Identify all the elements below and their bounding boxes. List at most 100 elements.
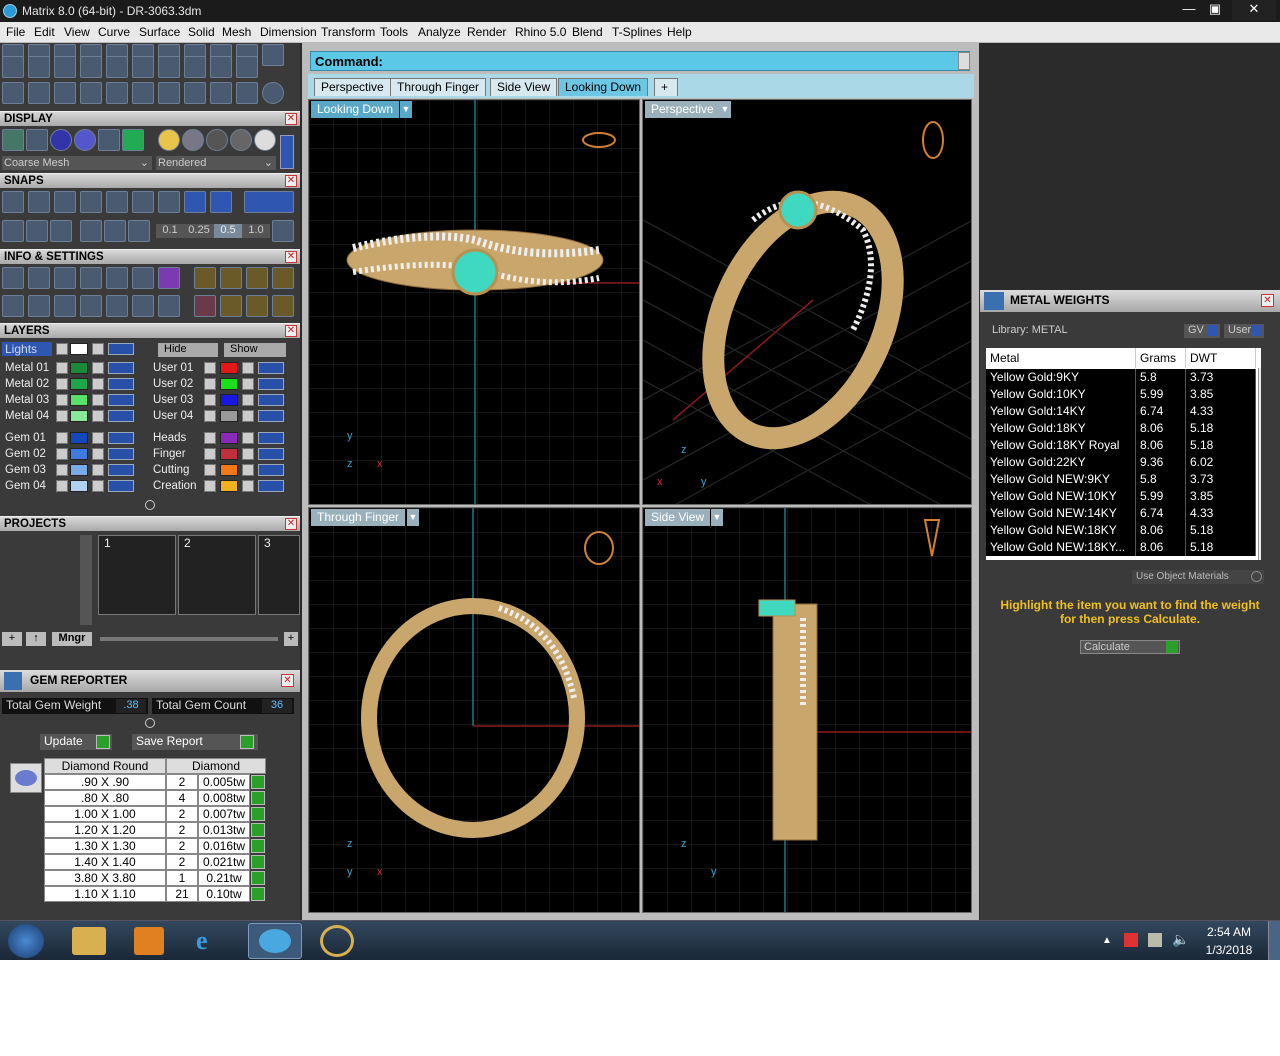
lights-expand-icon[interactable] [56, 343, 68, 355]
ring-app-icon[interactable] [320, 925, 354, 957]
lights-color-swatch[interactable] [70, 343, 88, 355]
layer-visibility-toggle[interactable] [258, 362, 284, 374]
layer-expand-icon[interactable] [56, 362, 68, 374]
metal-weights-scrollbar[interactable] [1258, 368, 1261, 560]
layer-color-swatch[interactable] [70, 410, 88, 422]
layer-expand-icon[interactable] [56, 448, 68, 460]
gem-row-go-button[interactable] [251, 791, 265, 805]
layer-row-cutting[interactable]: Cutting [150, 463, 296, 477]
menu-mesh[interactable]: Mesh [222, 25, 251, 39]
gem-cut-icon[interactable] [194, 295, 216, 317]
media-player-icon[interactable] [134, 927, 164, 955]
filter-icon[interactable] [106, 295, 128, 317]
layer-color-swatch[interactable] [70, 480, 88, 492]
layer-row-user-02[interactable]: User 02 [150, 377, 296, 391]
render-sphere-icon[interactable] [74, 129, 96, 151]
tray-volume-icon[interactable]: 🔈 [1172, 931, 1189, 948]
viewport-menu-icon[interactable]: ▼ [711, 509, 723, 526]
brush-icon[interactable] [50, 220, 72, 242]
gem-row-go-button[interactable] [251, 887, 265, 901]
grid-toggle-icon[interactable] [272, 220, 294, 242]
gem-row-go-button[interactable] [251, 775, 265, 789]
layers-collapse-icon[interactable] [145, 500, 155, 510]
show-button[interactable]: Show [224, 343, 286, 357]
layer-row-user-04[interactable]: User 04 [150, 409, 296, 423]
start-button-icon[interactable] [8, 924, 44, 958]
layer-color-swatch[interactable] [70, 432, 88, 444]
end-snap-icon[interactable] [2, 191, 24, 213]
layer-tool-icon[interactable] [54, 267, 76, 289]
split-icon[interactable] [80, 82, 102, 104]
gem-row-go-button[interactable] [251, 871, 265, 885]
layer-visibility-toggle[interactable] [108, 448, 134, 460]
explode-icon[interactable] [210, 82, 232, 104]
cylinder-icon[interactable] [80, 295, 102, 317]
matte-material-icon[interactable] [206, 129, 228, 151]
layer-lock-icon[interactable] [242, 480, 254, 492]
layer-color-swatch[interactable] [220, 448, 238, 460]
cube-icon[interactable] [26, 220, 48, 242]
layer-expand-icon[interactable] [56, 432, 68, 444]
clock-date[interactable]: 1/3/2018 [1196, 943, 1262, 957]
tab-through-finger[interactable]: Through Finger [390, 78, 487, 96]
layer-visibility-toggle[interactable] [108, 432, 134, 444]
project-slot-1[interactable]: 1 [98, 535, 176, 615]
document-icon[interactable] [106, 56, 128, 78]
gold-pin-icon[interactable] [194, 267, 216, 289]
update-button[interactable]: Update [40, 734, 112, 750]
layer-expand-icon[interactable] [204, 394, 216, 406]
doc-list-icon[interactable] [106, 267, 128, 289]
layer-lock-icon[interactable] [92, 464, 104, 476]
file-explorer-icon[interactable] [72, 927, 106, 955]
menu-surface[interactable]: Surface [139, 25, 180, 39]
layer-lock-icon[interactable] [92, 362, 104, 374]
calculate-button[interactable]: Calculate [1080, 640, 1180, 654]
edit-pen-icon[interactable] [132, 267, 154, 289]
monitor-icon[interactable] [28, 295, 50, 317]
circle-icon[interactable] [262, 82, 284, 104]
metal-weight-row[interactable]: Yellow Gold NEW:14KY 6.74 4.33 [986, 505, 1256, 522]
show-desktop-button[interactable] [1268, 921, 1280, 960]
layer-lock-icon[interactable] [92, 480, 104, 492]
layer-color-swatch[interactable] [70, 378, 88, 390]
scale-icon[interactable] [132, 82, 154, 104]
upload-project-button[interactable]: ↑ [26, 632, 46, 646]
join-icon[interactable] [184, 82, 206, 104]
projects-plus-button[interactable]: + [284, 632, 298, 646]
save-icon[interactable] [158, 295, 180, 317]
quad-snap-icon[interactable] [158, 191, 180, 213]
command-scroll[interactable] [958, 52, 970, 70]
cen-snap-icon[interactable] [106, 191, 128, 213]
layer-expand-icon[interactable] [204, 480, 216, 492]
layer-visibility-toggle[interactable] [108, 410, 134, 422]
layer-visibility-toggle[interactable] [108, 480, 134, 492]
gem-row-go-button[interactable] [251, 807, 265, 821]
metal-weight-row[interactable]: Yellow Gold:10KY 5.99 3.85 [986, 386, 1256, 403]
point-snap-icon[interactable] [54, 191, 76, 213]
snaps-close-icon[interactable]: ✕ [285, 175, 297, 187]
layer-color-swatch[interactable] [220, 394, 238, 406]
matrix-taskbar-icon[interactable] [248, 923, 302, 959]
move-icon[interactable] [106, 82, 128, 104]
layer-row-gem-04[interactable]: Gem 04 [2, 479, 142, 493]
layer-visibility-toggle[interactable] [258, 432, 284, 444]
shaded-icon[interactable] [26, 129, 48, 151]
layer-visibility-toggle[interactable] [108, 362, 134, 374]
menu-solid[interactable]: Solid [188, 25, 215, 39]
projects-close-icon[interactable]: ✕ [285, 518, 297, 530]
layer-visibility-toggle[interactable] [108, 378, 134, 390]
pipette-icon[interactable] [128, 220, 150, 242]
snap-value-0.1[interactable]: 0.1 [156, 224, 184, 238]
metal-weight-row[interactable]: Yellow Gold NEW:9KY 5.8 3.73 [986, 471, 1256, 488]
layer-visibility-toggle[interactable] [108, 394, 134, 406]
layer-color-swatch[interactable] [220, 378, 238, 390]
menu-help[interactable]: Help [667, 25, 692, 39]
metal-weight-row[interactable]: Yellow Gold NEW:18KY 8.06 5.18 [986, 522, 1256, 539]
env-icon[interactable] [98, 129, 120, 151]
layer-color-swatch[interactable] [70, 448, 88, 460]
layer-color-swatch[interactable] [220, 464, 238, 476]
menu-rhino[interactable]: Rhino 5.0 [515, 25, 566, 39]
layer-row-metal-02[interactable]: Metal 02 [2, 377, 142, 391]
layer-row-user-01[interactable]: User 01 [150, 361, 296, 375]
viewport-side-view[interactable]: Side View ▼ z y [642, 507, 972, 913]
